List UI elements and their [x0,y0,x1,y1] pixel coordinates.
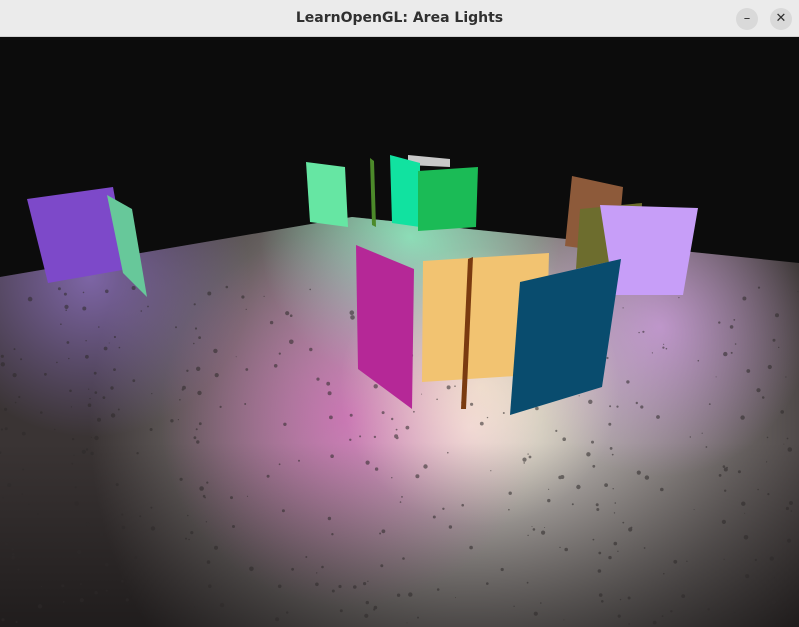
light-panel-green-back [418,167,478,231]
render-viewport[interactable] [0,37,799,627]
close-icon: ✕ [775,11,787,26]
light-panel-teal-back [390,155,420,227]
minimize-icon: – [743,11,751,26]
app-window: LearnOpenGL: Area Lights – ✕ [0,0,799,627]
light-panel-mint-back [306,162,348,227]
window-title: LearnOpenGL: Area Lights [295,10,504,26]
title-bar[interactable]: LearnOpenGL: Area Lights – ✕ [0,0,799,37]
minimize-button[interactable]: – [736,8,758,30]
light-panel-thin-green [370,158,376,227]
scene-canvas [0,155,799,627]
close-button[interactable]: ✕ [770,8,792,30]
